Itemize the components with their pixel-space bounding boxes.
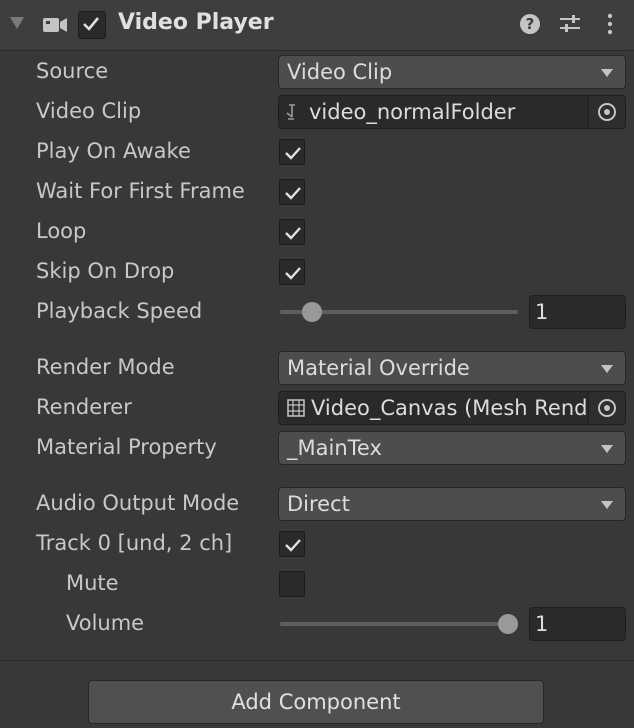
preset-sliders-icon[interactable] [558,12,582,36]
play-on-awake-label: Play On Awake [36,139,191,163]
source-dropdown[interactable]: Video Clip [278,55,626,89]
play-on-awake-checkbox[interactable] [279,139,305,165]
audio-output-mode-label: Audio Output Mode [36,491,240,515]
mute-label: Mute [66,571,119,595]
add-component-button[interactable]: Add Component [88,680,544,724]
video-clip-asset-icon [286,104,295,120]
audio-output-mode-dropdown[interactable]: Direct [278,487,626,521]
audio-output-mode-value: Direct [287,492,350,516]
volume-label: Volume [66,611,145,635]
playback-speed-value: 1 [535,300,549,324]
section-divider [0,660,634,661]
volume-value: 1 [535,612,549,636]
video-clip-value: video_normalFolder [309,100,516,124]
volume-slider-track[interactable] [280,622,518,626]
skip-on-drop-label: Skip On Drop [36,259,175,283]
skip-on-drop-checkbox[interactable] [279,259,305,285]
render-mode-value: Material Override [287,356,470,380]
mesh-renderer-icon [287,399,305,417]
video-camera-icon [43,18,67,32]
dropdown-arrow-icon [601,365,613,373]
dropdown-arrow-icon [601,445,613,453]
video-clip-label: Video Clip [36,99,142,123]
svg-text:?: ? [526,15,535,33]
source-label: Source [36,59,109,83]
dropdown-arrow-icon [601,69,613,77]
checkmark-icon [285,227,301,240]
more-vert-icon[interactable] [598,12,622,36]
component-enabled-checkbox[interactable] [78,11,106,39]
material-property-value: _MainTex [287,436,382,460]
wait-first-frame-label: Wait For First Frame [36,179,245,203]
track0-label: Track 0 [und, 2 ch] [36,531,233,555]
material-property-dropdown[interactable]: _MainTex [278,431,626,465]
renderer-label: Renderer [36,395,132,419]
renderer-value: Video_Canvas (Mesh Renderer) [311,396,626,420]
help-icon[interactable]: ? [518,12,542,36]
volume-slider-handle[interactable] [498,614,518,634]
target-circle-icon [598,399,616,417]
target-circle-icon [598,103,616,121]
playback-speed-field[interactable]: 1 [529,295,626,329]
dropdown-arrow-icon [601,501,613,509]
video-clip-field[interactable]: video_normalFolder [278,95,626,129]
object-picker-button[interactable] [588,392,625,424]
render-mode-label: Render Mode [36,355,175,379]
loop-label: Loop [36,219,87,243]
component-header: Video Player ? [0,0,634,51]
checkmark-icon [285,147,301,160]
material-property-label: Material Property [36,435,217,459]
playback-speed-label: Playback Speed [36,299,203,323]
checkmark-icon [285,187,301,200]
foldout-arrow-icon[interactable] [10,17,24,29]
render-mode-dropdown[interactable]: Material Override [278,351,626,385]
loop-checkbox[interactable] [279,219,305,245]
object-picker-button[interactable] [588,96,625,128]
wait-first-frame-checkbox[interactable] [279,179,305,205]
component-title: Video Player [118,10,274,35]
volume-field[interactable]: 1 [529,607,626,641]
mute-checkbox[interactable] [279,571,305,597]
renderer-field[interactable]: Video_Canvas (Mesh Renderer) [278,391,626,425]
checkmark-icon [83,17,100,31]
playback-speed-slider-handle[interactable] [301,302,322,322]
source-value: Video Clip [287,60,393,84]
checkmark-icon [285,267,301,280]
checkmark-icon [285,539,301,552]
track0-checkbox[interactable] [279,531,305,557]
